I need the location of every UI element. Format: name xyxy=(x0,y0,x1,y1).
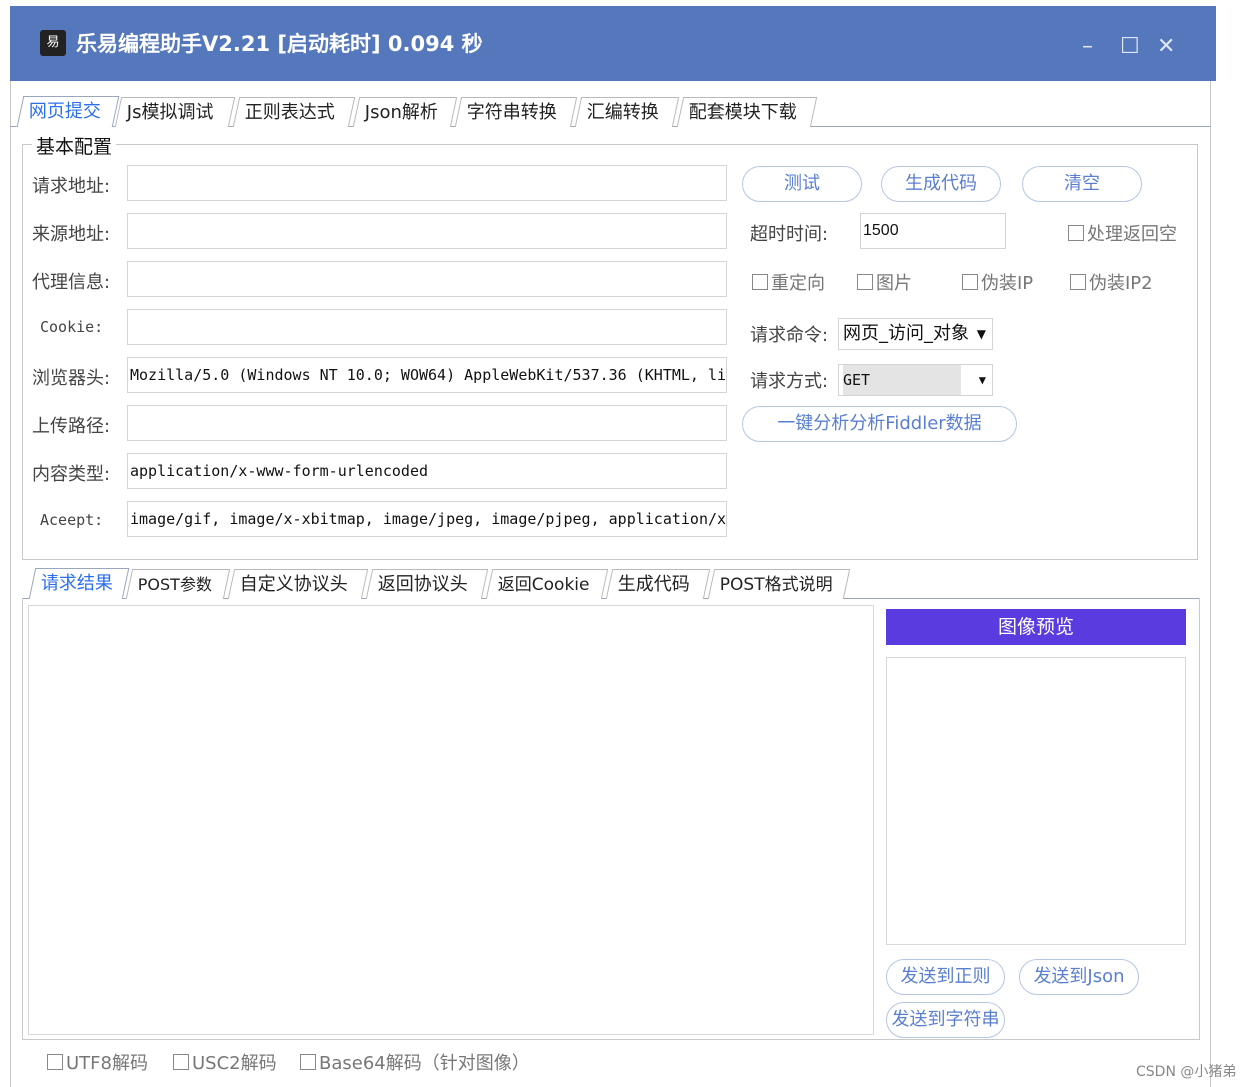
label-timeout: 超时时间: xyxy=(750,224,829,245)
fake-ip-checkbox[interactable]: 伪装IP xyxy=(962,269,1033,295)
send-to-string-button[interactable]: 发送到字符串 xyxy=(886,1002,1005,1038)
result-text-area[interactable] xyxy=(28,605,874,1035)
tab-request-result[interactable]: 请求结果 xyxy=(28,568,130,599)
send-to-regex-button[interactable]: 发送到正则 xyxy=(886,959,1005,995)
minimize-button[interactable]: – xyxy=(1082,36,1093,58)
referer-input[interactable] xyxy=(127,213,727,249)
accept-input[interactable]: image/gif, image/x-xbitmap, image/jpeg, … xyxy=(127,501,727,537)
cookie-input[interactable] xyxy=(127,309,727,345)
app-icon: 易 xyxy=(40,30,66,56)
checkbox-icon xyxy=(47,1054,63,1070)
tab-response-headers[interactable]: 返回协议头 xyxy=(365,569,489,599)
basic-config-group xyxy=(22,144,1198,560)
user-agent-input[interactable]: Mozilla/5.0 (Windows NT 10.0; WOW64) App… xyxy=(127,357,727,393)
checkbox-icon xyxy=(1070,274,1086,290)
checkbox-icon xyxy=(300,1054,316,1070)
base64-decode-checkbox[interactable]: Base64解码（针对图像） xyxy=(300,1049,530,1075)
label-request-url: 请求地址: xyxy=(32,176,111,197)
watermark: CSDN @小猪弟 xyxy=(1136,1064,1237,1080)
label-request-command: 请求命令: xyxy=(750,325,829,346)
tab-web-submit[interactable]: 网页提交 xyxy=(16,96,120,127)
request-method-select[interactable]: GET ▼ xyxy=(838,364,993,396)
label-content-type: 内容类型: xyxy=(32,464,111,485)
test-button[interactable]: 测试 xyxy=(742,166,862,202)
label-request-method: 请求方式: xyxy=(750,371,829,392)
usc2-decode-checkbox[interactable]: USC2解码 xyxy=(173,1049,277,1075)
upload-path-input[interactable] xyxy=(127,405,727,441)
label-referer: 来源地址: xyxy=(32,224,111,245)
fiddler-analyze-button[interactable]: 一键分析分析Fiddler数据 xyxy=(742,406,1017,442)
tab-post-format[interactable]: POST格式说明 xyxy=(707,569,851,599)
generate-code-button[interactable]: 生成代码 xyxy=(881,166,1001,202)
close-button[interactable]: ✕ xyxy=(1157,36,1175,58)
label-accept: Aceept: xyxy=(40,511,104,529)
label-cookie: Cookie: xyxy=(40,318,104,336)
window-border-right xyxy=(1210,81,1211,1087)
tab-response-cookie[interactable]: 返回Cookie xyxy=(485,569,609,599)
checkbox-icon xyxy=(173,1054,189,1070)
tab-generated-code[interactable]: 生成代码 xyxy=(605,569,711,599)
request-url-input[interactable] xyxy=(127,165,727,201)
window-border-left xyxy=(10,81,11,1087)
tab-module-download[interactable]: 配套模块下载 xyxy=(676,97,818,127)
request-command-select[interactable]: 网页_访问_对象 ▼ xyxy=(838,318,993,350)
checkbox-icon xyxy=(1068,225,1084,241)
label-proxy: 代理信息: xyxy=(32,272,111,293)
checkbox-icon xyxy=(857,274,873,290)
chevron-down-icon: ▼ xyxy=(976,327,986,341)
tab-js-debug[interactable]: Js模拟调试 xyxy=(114,97,236,127)
tab-asm-convert[interactable]: 汇编转换 xyxy=(574,97,680,127)
group-title: 基本配置 xyxy=(32,132,117,159)
clear-button[interactable]: 清空 xyxy=(1022,166,1142,202)
handle-empty-checkbox[interactable]: 处理返回空 xyxy=(1068,220,1177,246)
proxy-input[interactable] xyxy=(127,261,727,297)
image-preview-box xyxy=(886,657,1186,945)
label-user-agent: 浏览器头: xyxy=(32,368,111,389)
tab-regex[interactable]: 正则表达式 xyxy=(232,97,356,127)
image-checkbox[interactable]: 图片 xyxy=(857,269,912,295)
chevron-down-icon: ▼ xyxy=(978,373,986,387)
maximize-button[interactable]: ☐ xyxy=(1120,36,1140,58)
image-preview-header: 图像预览 xyxy=(886,609,1186,645)
label-upload-path: 上传路径: xyxy=(32,416,111,437)
tab-string-convert[interactable]: 字符串转换 xyxy=(454,97,578,127)
timeout-input[interactable]: 1500 xyxy=(860,213,1006,249)
fake-ip2-checkbox[interactable]: 伪装IP2 xyxy=(1070,269,1153,295)
send-to-json-button[interactable]: 发送到Json xyxy=(1019,959,1139,995)
tab-post-params[interactable]: POST参数 xyxy=(125,569,231,599)
content-type-input[interactable]: application/x-www-form-urlencoded xyxy=(127,453,727,489)
window-title: 乐易编程助手V2.21 [启动耗时] 0.094 秒 xyxy=(76,32,483,56)
checkbox-icon xyxy=(962,274,978,290)
utf8-decode-checkbox[interactable]: UTF8解码 xyxy=(47,1049,148,1075)
checkbox-icon xyxy=(752,274,768,290)
tab-custom-headers[interactable]: 自定义协议头 xyxy=(227,569,369,599)
redirect-checkbox[interactable]: 重定向 xyxy=(752,269,825,295)
tab-json-parse[interactable]: Json解析 xyxy=(352,97,458,127)
